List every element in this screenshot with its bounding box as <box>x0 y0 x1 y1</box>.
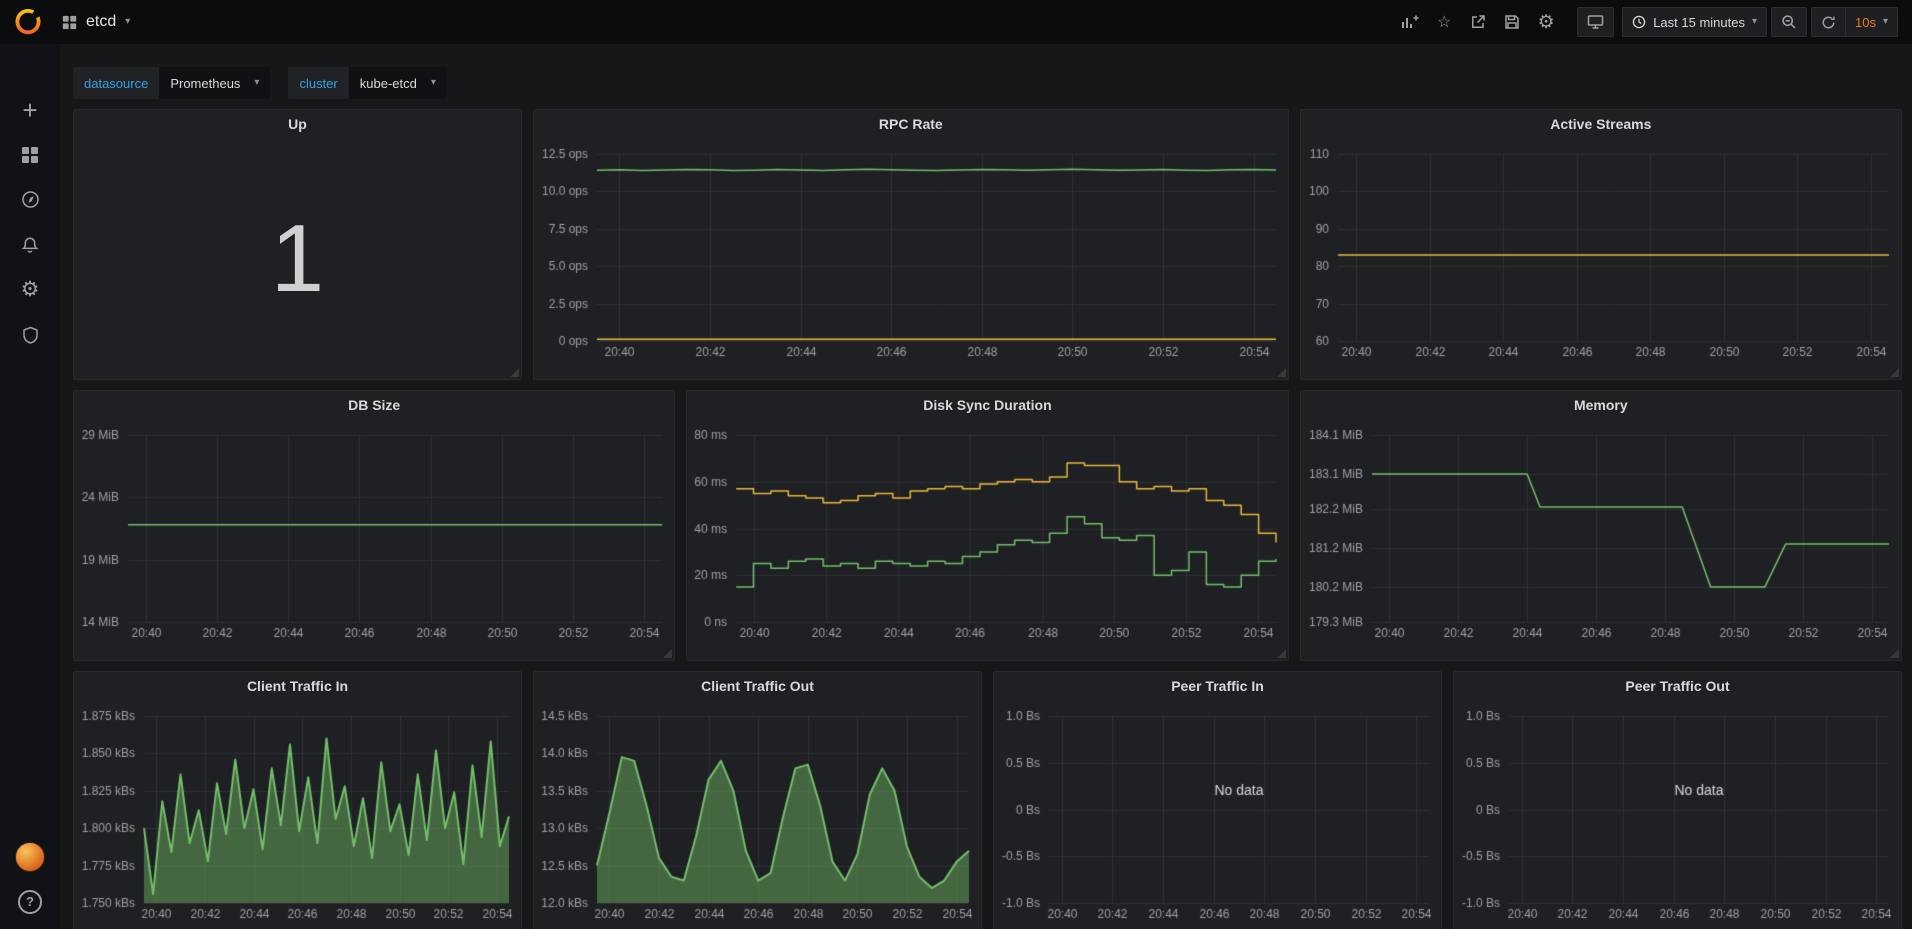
panel-title[interactable]: Up <box>74 110 521 138</box>
panel-client-traffic-in: Client Traffic In <box>73 671 522 929</box>
gear-icon: ⚙ <box>1538 13 1555 32</box>
cycle-view-button[interactable] <box>1577 7 1614 37</box>
sidebar-item-explore[interactable] <box>0 177 60 222</box>
dashboard-settings-button[interactable]: ⚙ <box>1529 7 1563 37</box>
caret-down-icon: ▾ <box>1752 17 1757 27</box>
add-panel-button[interactable] <box>1393 7 1427 37</box>
active-streams-chart[interactable] <box>1301 138 1901 379</box>
time-range-button[interactable]: Last 15 minutes ▾ <box>1622 7 1767 37</box>
panel-title[interactable]: Active Streams <box>1301 110 1901 138</box>
dashboard-title: etcd <box>86 13 116 31</box>
disk-sync-duration-chart[interactable] <box>687 419 1287 660</box>
dashboards-icon <box>21 146 39 164</box>
dashboard-picker[interactable]: etcd ▾ <box>56 9 136 35</box>
datasource-dropdown[interactable]: Prometheus ▾ <box>159 67 270 99</box>
panel-rpc-rate: RPC Rate <box>533 109 1289 380</box>
refresh-button[interactable] <box>1811 7 1845 37</box>
panel-active-streams: Active Streams <box>1300 109 1902 380</box>
peer-traffic-in-chart[interactable] <box>994 700 1441 929</box>
sidebar-item-create[interactable]: + <box>0 87 60 132</box>
caret-down-icon: ▾ <box>1883 17 1888 27</box>
client-traffic-in-chart[interactable] <box>74 700 521 929</box>
sidebar-item-alerting[interactable] <box>0 222 60 267</box>
star-button[interactable]: ☆ <box>1427 7 1461 37</box>
shield-icon <box>22 326 39 344</box>
panel-title[interactable]: Client Traffic In <box>74 672 521 700</box>
gear-icon: ⚙ <box>21 279 40 300</box>
panel-resize-handle[interactable] <box>510 368 519 377</box>
panel-memory: Memory <box>1300 390 1902 661</box>
sidebar-item-profile[interactable] <box>0 834 60 879</box>
peer-traffic-out-chart[interactable] <box>1454 700 1901 929</box>
panel-title[interactable]: Peer Traffic Out <box>1454 672 1901 700</box>
memory-chart[interactable] <box>1301 419 1901 660</box>
refresh-interval-label: 10s <box>1855 15 1876 30</box>
panel-resize-handle[interactable] <box>1890 368 1899 377</box>
panel-title[interactable]: Memory <box>1301 391 1901 419</box>
panel-title[interactable]: DB Size <box>74 391 674 419</box>
sidebar-item-help[interactable]: ? <box>0 879 60 924</box>
topbar: etcd ▾ ☆ ⚙ <box>0 0 1912 44</box>
clock-icon <box>1632 15 1646 29</box>
variable-datasource: datasource Prometheus ▾ <box>73 67 270 99</box>
panel-title[interactable]: Disk Sync Duration <box>687 391 1287 419</box>
apps-grid-icon <box>62 15 77 30</box>
panel-title[interactable]: Client Traffic Out <box>534 672 981 700</box>
panel-client-traffic-out: Client Traffic Out <box>533 671 982 929</box>
panel-resize-handle[interactable] <box>1277 649 1286 658</box>
panel-peer-traffic-in: Peer Traffic In <box>993 671 1442 929</box>
rpc-rate-chart[interactable] <box>534 138 1288 379</box>
share-icon <box>1470 14 1486 30</box>
star-icon: ☆ <box>1437 12 1451 32</box>
plus-icon: + <box>22 97 37 123</box>
help-icon: ? <box>18 890 42 914</box>
caret-down-icon: ▾ <box>431 78 436 88</box>
variable-label: datasource <box>73 67 159 99</box>
panel-grid: Up 1 RPC Rate Active Streams DB Size Dis… <box>73 109 1902 929</box>
panel-resize-handle[interactable] <box>663 649 672 658</box>
refresh-icon <box>1821 15 1836 30</box>
db-size-chart[interactable] <box>74 419 674 660</box>
caret-down-icon: ▾ <box>125 17 130 27</box>
magnifier-minus-icon <box>1781 14 1797 30</box>
user-avatar <box>15 842 45 872</box>
panel-title[interactable]: Peer Traffic In <box>994 672 1441 700</box>
client-traffic-out-chart[interactable] <box>534 700 981 929</box>
grafana-logo[interactable] <box>10 4 46 40</box>
grafana-logo-icon <box>12 6 44 38</box>
bell-icon <box>21 236 39 254</box>
sidebar-item-dashboards[interactable] <box>0 132 60 177</box>
variable-cluster: cluster kube-etcd ▾ <box>288 67 446 99</box>
stat-value: 1 <box>271 204 324 314</box>
cluster-dropdown[interactable]: kube-etcd ▾ <box>349 67 447 99</box>
refresh-interval-button[interactable]: 10s ▾ <box>1845 7 1898 37</box>
variable-label: cluster <box>288 67 348 99</box>
save-icon <box>1504 14 1520 30</box>
bar-chart-plus-icon <box>1401 14 1419 30</box>
time-range-label: Last 15 minutes <box>1653 15 1745 30</box>
monitor-icon <box>1587 14 1604 30</box>
panel-peer-traffic-out: Peer Traffic Out <box>1453 671 1902 929</box>
sidebar-item-configuration[interactable]: ⚙ <box>0 267 60 312</box>
panel-db-size: DB Size <box>73 390 675 661</box>
panel-resize-handle[interactable] <box>1277 368 1286 377</box>
sidebar-item-server-admin[interactable] <box>0 312 60 357</box>
template-variables: datasource Prometheus ▾ cluster kube-etc… <box>73 67 1902 99</box>
share-button[interactable] <box>1461 7 1495 37</box>
caret-down-icon: ▾ <box>254 78 259 88</box>
compass-icon <box>21 190 40 209</box>
panel-disk-sync-duration: Disk Sync Duration <box>686 390 1288 661</box>
panel-up: Up 1 <box>73 109 522 380</box>
sidebar: + ⚙ ? <box>0 44 60 929</box>
zoom-out-button[interactable] <box>1771 7 1807 37</box>
dashboard-area: datasource Prometheus ▾ cluster kube-etc… <box>60 44 1912 929</box>
datasource-value: Prometheus <box>170 76 240 91</box>
cluster-value: kube-etcd <box>360 76 417 91</box>
panel-resize-handle[interactable] <box>1890 649 1899 658</box>
panel-title[interactable]: RPC Rate <box>534 110 1288 138</box>
save-button[interactable] <box>1495 7 1529 37</box>
